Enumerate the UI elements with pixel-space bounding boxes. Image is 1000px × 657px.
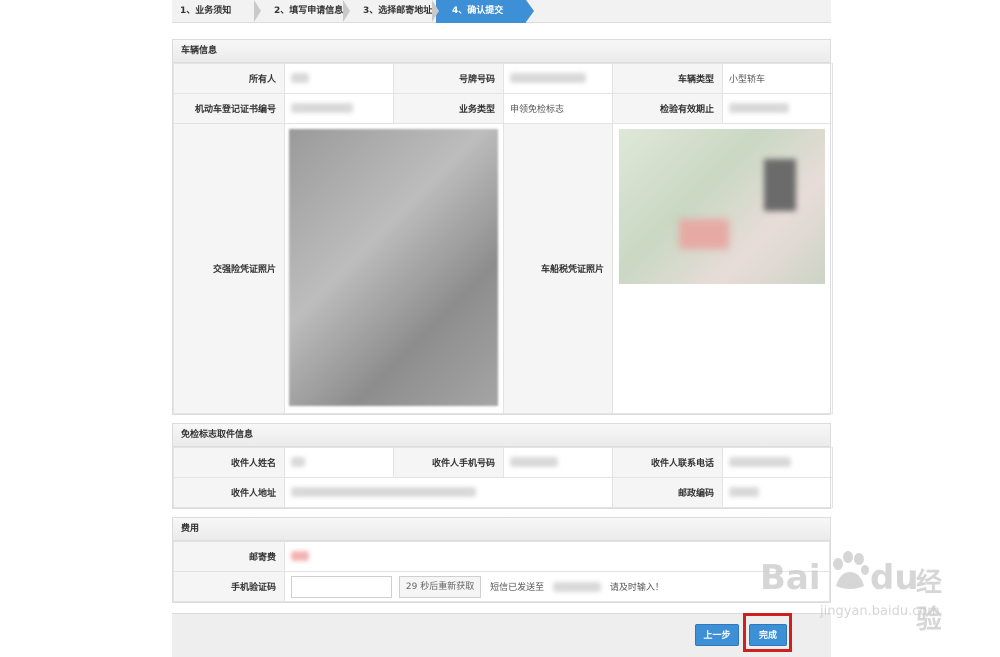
recipient-phone-value [722,447,833,478]
watermark-cn: 经验 [916,568,943,635]
recipient-phone-label: 收件人联系电话 [612,447,723,478]
vehicle-info-panel: 车辆信息 所有人 号牌号码 车辆类型 小型轿车 机动车登记证书编号 业务类型 申… [172,39,833,415]
registration-cert-label: 机动车登记证书编号 [173,93,285,124]
watermark-brand-suffix: du [870,558,919,598]
sms-masked-number [552,581,601,592]
tax-photo-label: 车船税凭证照片 [503,123,613,414]
fee-table: 邮寄费 手机验证码 29 秒后重新获取 短信已发送至 请及时输入！ [173,541,830,602]
vehicle-info-table: 所有人 号牌号码 车辆类型 小型轿车 机动车登记证书编号 业务类型 申领免检标志… [173,63,833,414]
recipient-address-value [284,477,613,508]
finish-button[interactable]: 完成 [749,624,787,646]
insurance-photo-label: 交强险凭证照片 [173,123,285,414]
paw-icon [833,551,869,589]
business-type-value: 申领免检标志 [503,93,613,124]
sms-code-label: 手机验证码 [173,571,285,602]
step-progress-bar: 1、业务须知 2、填写申请信息 3、选择邮寄地址 4、确认提交 [172,0,831,23]
inspection-valid-label: 检验有效期止 [612,93,723,124]
recipient-name-label: 收件人姓名 [173,447,285,478]
step-4-confirm-submit: 4、确认提交 [436,0,534,23]
previous-step-button[interactable]: 上一步 [695,624,739,646]
step-3-select-address: 3、选择邮寄地址 [347,0,439,23]
tax-photo-cell [612,123,833,414]
watermark-brand: Bai [760,558,821,598]
resend-code-button[interactable]: 29 秒后重新获取 [398,575,482,598]
recipient-address-label: 收件人地址 [173,477,285,508]
recipient-mobile-value [503,447,613,478]
vehicle-info-title: 车辆信息 [173,40,830,63]
registration-cert-value [284,93,394,124]
insurance-photo-image[interactable] [289,129,498,406]
delivery-info-title: 免检标志取件信息 [173,424,830,447]
step-1-notice: 1、业务须知 [172,0,261,23]
vehicle-type-value: 小型轿车 [722,63,833,94]
insurance-photo-cell [284,123,504,414]
sms-tip-text: 请及时输入！ [609,583,664,593]
owner-value [284,63,394,94]
fee-title: 费用 [173,518,830,541]
action-bar: 上一步 完成 [172,613,831,657]
inspection-valid-value [722,93,833,124]
tax-photo-image[interactable] [619,129,825,284]
plate-label: 号牌号码 [393,63,504,94]
plate-value [503,63,613,94]
sms-code-cell: 29 秒后重新获取 短信已发送至 请及时输入！ [284,571,830,602]
business-type-label: 业务类型 [393,93,504,124]
recipient-mobile-label: 收件人手机号码 [393,447,504,478]
postage-value [284,541,830,572]
vehicle-type-label: 车辆类型 [612,63,723,94]
postage-label: 邮寄费 [173,541,285,572]
baidu-jingyan-watermark: Bai du 经验 jingyan.baidu.com [760,550,960,635]
sms-sent-text: 短信已发送至 [490,583,545,593]
owner-label: 所有人 [173,63,285,94]
recipient-name-value [284,447,394,478]
delivery-info-table: 收件人姓名 收件人手机号码 收件人联系电话 收件人地址 邮政编码 [173,447,833,508]
step-2-fill-form: 2、填写申请信息 [258,0,350,23]
fee-panel: 费用 邮寄费 手机验证码 29 秒后重新获取 短信已发送至 请及时输入！ [172,517,831,603]
zip-code-label: 邮政编码 [612,477,723,508]
zip-code-value [722,477,833,508]
sms-code-input[interactable] [291,575,392,598]
delivery-info-panel: 免检标志取件信息 收件人姓名 收件人手机号码 收件人联系电话 收件人地址 邮政编… [172,423,833,509]
watermark-url: jingyan.baidu.com [820,604,940,619]
